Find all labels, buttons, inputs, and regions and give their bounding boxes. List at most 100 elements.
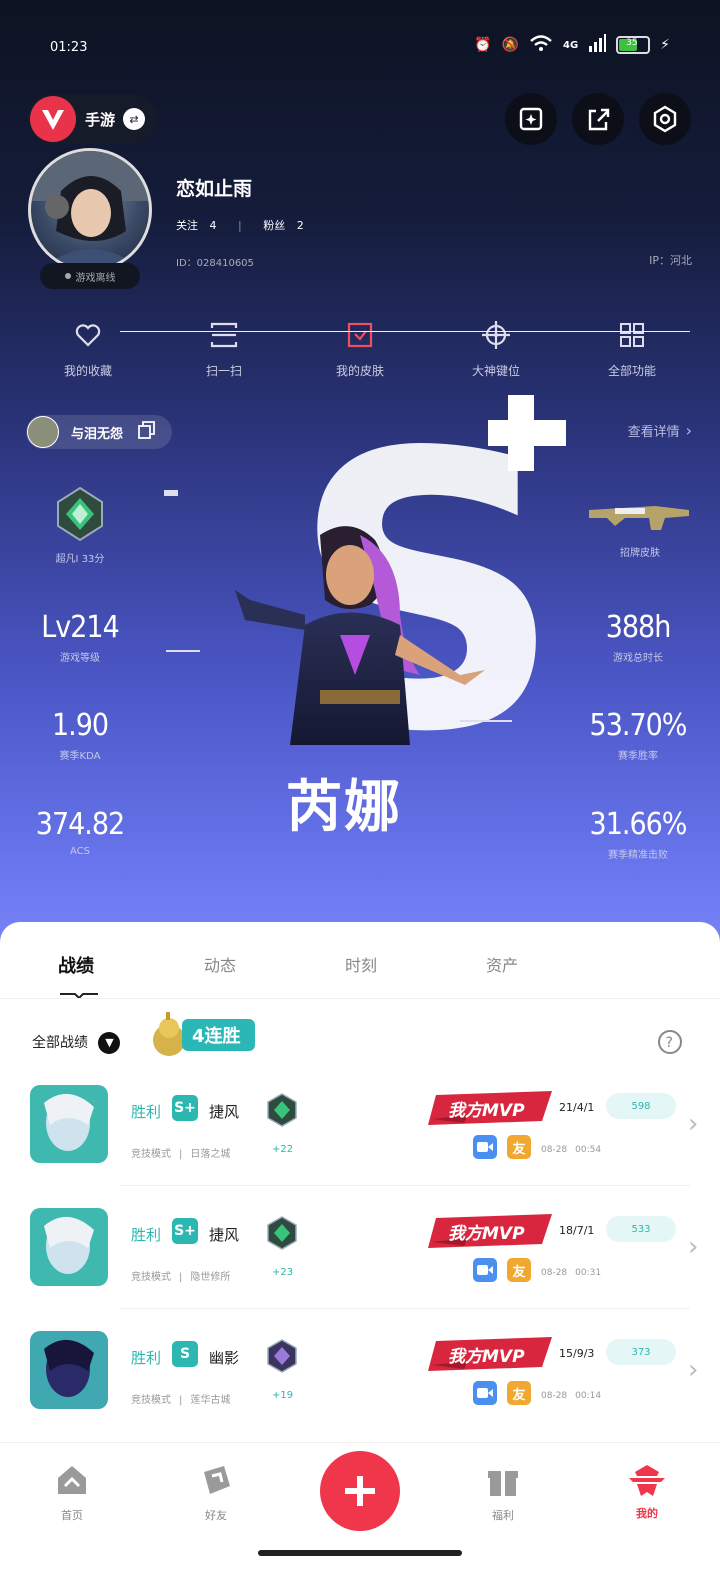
settings-button[interactable]: [639, 93, 691, 145]
match-row[interactable]: 胜利 S+ 捷风 竞技模式 | 隐世修所 +23 我方MVP 18/7/1 533 …: [0, 1208, 720, 1331]
avatar[interactable]: [28, 148, 152, 272]
mvp-badge: 我方MVP: [428, 1214, 552, 1248]
chevron-right-icon: ›: [688, 1232, 699, 1262]
quick-action-favorites[interactable]: 我的收藏: [38, 320, 138, 379]
battery-icon: 35: [616, 36, 651, 54]
winrate-stat: 53.70% 赛季胜率: [589, 708, 688, 762]
signature-skin-stat[interactable]: 招牌皮肤: [560, 496, 720, 559]
nav-home[interactable]: 首页: [27, 1462, 117, 1523]
nav-profile[interactable]: 我的: [602, 1462, 692, 1521]
friend-avatar: [27, 416, 59, 448]
agent-thumbnail: [30, 1085, 108, 1163]
status-dot-icon: [64, 273, 71, 279]
match-kda: 21/4/1: [559, 1101, 595, 1114]
gift-icon: [488, 1471, 518, 1496]
friend-badge: 友: [507, 1381, 531, 1405]
match-row[interactable]: 胜利 S+ 捷风 竞技模式 | 日落之城 +22 我方MVP 21/4/1 598 …: [0, 1085, 720, 1208]
mvp-badge: 我方MVP: [428, 1337, 552, 1371]
row-divider: [120, 331, 690, 332]
share-button[interactable]: [572, 93, 624, 145]
signal-label: 4G: [562, 39, 579, 51]
alarm-icon: ⏰: [474, 37, 492, 53]
create-button[interactable]: [320, 1451, 400, 1531]
rifle-skin-icon: [589, 506, 689, 530]
status-icons: ⏰ 🔕 4G 35 ⚡: [474, 34, 670, 56]
profile-name: 恋如止雨: [176, 178, 253, 200]
match-kda: 15/9/3: [559, 1347, 595, 1360]
match-mode: 竞技模式 | 莲华古城: [131, 1395, 231, 1406]
chevron-right-icon: ›: [688, 1355, 699, 1385]
help-icon[interactable]: ?: [657, 1029, 683, 1059]
match-result: 胜利: [131, 1226, 162, 1244]
friend-card[interactable]: 与泪无怨: [26, 415, 172, 449]
chevron-down-icon: ▼: [98, 1032, 121, 1054]
video-icon: [477, 1142, 493, 1152]
hours-stat: 388h 游戏总时长: [605, 610, 672, 664]
match-mode: 竞技模式 | 日落之城: [131, 1149, 231, 1160]
rank-badge-icon: [266, 1216, 298, 1254]
replay-button[interactable]: [473, 1135, 497, 1159]
replay-button[interactable]: [473, 1381, 497, 1405]
follow-stats: 关注 4 | 粉丝 2: [176, 217, 304, 233]
agent-portrait: [235, 526, 485, 745]
decor-dash: [166, 650, 200, 652]
post-button[interactable]: [505, 93, 557, 145]
svg-text:?: ?: [666, 1035, 673, 1051]
fans-label[interactable]: 粉丝: [263, 219, 285, 232]
row-divider: [120, 1185, 690, 1186]
match-result: 胜利: [131, 1349, 162, 1367]
mode-label: 手游: [85, 110, 116, 129]
filter-dropdown[interactable]: 全部战绩 ▼: [32, 1032, 121, 1054]
hero-agent-name: 芮娜: [286, 775, 402, 840]
follow-label[interactable]: 关注: [176, 219, 198, 232]
match-time: 08-28 00:14: [541, 1391, 602, 1401]
mode-switch-button[interactable]: 手游 ⇄: [28, 94, 156, 144]
plus-icon: [345, 1476, 375, 1506]
match-time: 08-28 00:31: [541, 1268, 602, 1278]
grid-icon: [620, 323, 644, 347]
agent-name: 捷风: [209, 1226, 240, 1244]
fans-count[interactable]: 2: [297, 219, 304, 232]
agent-name: 幽影: [209, 1349, 240, 1367]
quick-action-scan[interactable]: 扫一扫: [174, 320, 274, 379]
decor-dash: [164, 490, 178, 496]
scan-icon: [210, 322, 238, 348]
tab-active-indicator: [60, 984, 98, 1000]
charging-icon: ⚡: [660, 37, 670, 53]
row-divider: [120, 1308, 690, 1309]
skin-icon: [347, 322, 373, 348]
match-grade-badge: S+: [172, 1095, 198, 1121]
view-detail-link[interactable]: 查看详情 ›: [628, 421, 692, 440]
nav-benefits[interactable]: 福利: [458, 1462, 548, 1523]
divider: [0, 998, 720, 999]
friend-badge: 友: [507, 1258, 531, 1282]
tab-assets[interactable]: 资产: [486, 952, 518, 976]
rank-delta: +23: [272, 1267, 294, 1278]
home-indicator: [258, 1550, 462, 1556]
copy-icon[interactable]: [137, 421, 155, 443]
match-time: 08-28 00:54: [541, 1145, 602, 1155]
online-status-badge: 游戏离线: [40, 263, 140, 289]
match-row[interactable]: 胜利 S 幽影 竞技模式 | 莲华古城 +19 我方MVP 15/9/3 373 友…: [0, 331, 720, 1454]
mvp-badge: 我方MVP: [428, 1091, 552, 1125]
crosshair-icon: [482, 321, 510, 349]
quick-action-skins[interactable]: 我的皮肤: [310, 320, 410, 379]
gear-icon: [653, 105, 677, 133]
quick-action-all[interactable]: 全部功能: [582, 320, 682, 379]
follow-count[interactable]: 4: [210, 219, 217, 232]
user-id: ID：028410605: [176, 258, 254, 269]
tab-records[interactable]: 战绩: [58, 952, 94, 978]
quick-action-keymap[interactable]: 大神键位: [446, 320, 546, 379]
kda-stat: 1.90 赛季KDA: [51, 708, 109, 762]
divider: |: [238, 219, 242, 232]
replay-button[interactable]: [473, 1258, 497, 1282]
match-kda: 18/7/1: [559, 1224, 595, 1237]
nav-friends[interactable]: 好友: [171, 1462, 261, 1523]
video-icon: [477, 1388, 493, 1398]
home-icon: [58, 1466, 86, 1494]
tab-feed[interactable]: 动态: [204, 952, 236, 976]
status-time: 01:23: [50, 40, 88, 55]
headshot-stat: 31.66% 赛季精准击败: [589, 807, 688, 861]
chevron-right-icon: ›: [685, 421, 692, 440]
tab-moments[interactable]: 时刻: [345, 952, 377, 976]
